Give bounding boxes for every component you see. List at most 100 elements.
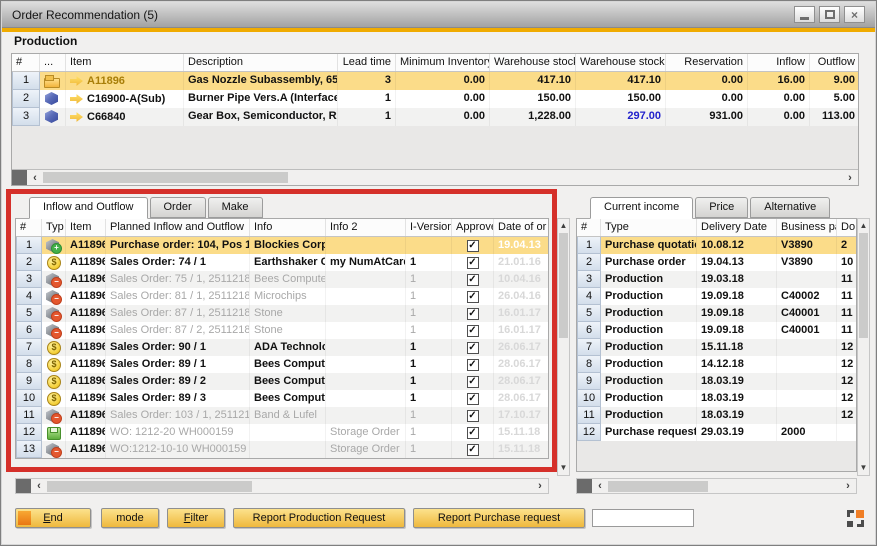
approved-checkbox[interactable]: ✓: [467, 257, 479, 269]
tab-price[interactable]: Price: [695, 197, 748, 218]
approved-checkbox[interactable]: ✓: [467, 393, 479, 405]
scroll-left-icon[interactable]: ‹: [592, 480, 608, 492]
row-number[interactable]: 1: [577, 237, 601, 254]
maximize-button[interactable]: [819, 6, 840, 23]
scroll-right-icon[interactable]: ›: [532, 480, 548, 492]
link-arrow-icon[interactable]: [70, 94, 83, 105]
left-vscrollbar[interactable]: ▲ ▼: [557, 218, 570, 476]
table-row[interactable]: 2 Purchase order 19.04.13 V3890 10: [577, 254, 856, 271]
row-number[interactable]: 6: [16, 322, 42, 339]
row-number[interactable]: 4: [16, 288, 42, 305]
report-production-request-button[interactable]: Report Production Request: [233, 508, 405, 528]
scroll-left-icon[interactable]: ‹: [27, 172, 43, 184]
row-number[interactable]: 12: [577, 424, 601, 441]
table-row[interactable]: 4 Production 19.09.18 C40002 11: [577, 288, 856, 305]
row-number[interactable]: 2: [16, 254, 42, 271]
table-row[interactable]: 8 A11896 Sales Order: 89 / 1 Bees Comput…: [16, 356, 548, 373]
scroll-down-icon[interactable]: ▼: [560, 461, 568, 475]
tab-make[interactable]: Make: [208, 197, 263, 218]
scroll-right-icon[interactable]: ›: [840, 480, 856, 492]
table-row[interactable]: 10 Production 18.03.19 12: [577, 390, 856, 407]
tab-order[interactable]: Order: [150, 197, 206, 218]
row-number[interactable]: 6: [577, 322, 601, 339]
row-number[interactable]: 7: [16, 339, 42, 356]
scrollbar-thumb[interactable]: [559, 233, 568, 338]
table-row[interactable]: 12 A11896 WO: 1212-20 WH000159 Storage O…: [16, 424, 548, 441]
scrollbar-thumb[interactable]: [608, 481, 708, 492]
table-row[interactable]: 4 A11896 Sales Order: 81 / 1, 2511218 Mi…: [16, 288, 548, 305]
table-row[interactable]: 7 A11896 Sales Order: 90 / 1 ADA Technol…: [16, 339, 548, 356]
table-row[interactable]: 8 Production 14.12.18 12: [577, 356, 856, 373]
tab-inflow-and-outflow[interactable]: Inflow and Outflow: [29, 197, 148, 219]
table-row[interactable]: 1 Purchase quotatio 10.08.12 V3890 2: [577, 237, 856, 254]
row-number[interactable]: 8: [577, 356, 601, 373]
row-number[interactable]: 3: [12, 108, 40, 126]
close-button[interactable]: ×: [844, 6, 865, 23]
right-hscrollbar[interactable]: ‹ ›: [576, 478, 857, 494]
row-number[interactable]: 5: [16, 305, 42, 322]
table-row[interactable]: 11 A11896 Sales Order: 103 / 1, 2511218 …: [16, 407, 548, 424]
approved-checkbox[interactable]: ✓: [467, 308, 479, 320]
row-number[interactable]: 2: [12, 90, 40, 108]
row-number[interactable]: 10: [16, 390, 42, 407]
table-row[interactable]: 3 A11896 Sales Order: 75 / 1, 2511218 Be…: [16, 271, 548, 288]
row-number[interactable]: 2: [577, 254, 601, 271]
bottom-input[interactable]: [592, 509, 694, 527]
link-arrow-icon[interactable]: [70, 76, 83, 87]
row-number[interactable]: 13: [16, 441, 42, 458]
row-number[interactable]: 11: [16, 407, 42, 424]
row-number[interactable]: 4: [577, 288, 601, 305]
scrollbar-thumb[interactable]: [859, 233, 868, 338]
table-row[interactable]: 12 Purchase request 29.03.19 2000: [577, 424, 856, 441]
table-row[interactable]: 2 C16900-A(Sub) Burner Pipe Vers.A (Inte…: [12, 90, 858, 108]
scroll-left-icon[interactable]: ‹: [31, 480, 47, 492]
tab-current-income[interactable]: Current income: [590, 197, 693, 219]
row-number[interactable]: 7: [577, 339, 601, 356]
approved-checkbox[interactable]: ✓: [467, 342, 479, 354]
row-number[interactable]: 10: [577, 390, 601, 407]
end-button[interactable]: End: [15, 508, 91, 528]
tab-alternative[interactable]: Alternative: [750, 197, 830, 218]
titlebar[interactable]: Order Recommendation (5) ×: [2, 2, 875, 28]
scroll-down-icon[interactable]: ▼: [860, 461, 868, 475]
row-number[interactable]: 12: [16, 424, 42, 441]
approved-checkbox[interactable]: ✓: [467, 410, 479, 422]
table-row[interactable]: 10 A11896 Sales Order: 89 / 3 Bees Compu…: [16, 390, 548, 407]
approved-checkbox[interactable]: ✓: [467, 376, 479, 388]
table-row[interactable]: 9 A11896 Sales Order: 89 / 2 Bees Comput…: [16, 373, 548, 390]
table-row[interactable]: 2 A11896 Sales Order: 74 / 1 Earthshaker…: [16, 254, 548, 271]
approved-checkbox[interactable]: ✓: [467, 325, 479, 337]
row-number[interactable]: 9: [16, 373, 42, 390]
table-row[interactable]: 13 A11896 WO:1212-10-10 WH000159 Storage…: [16, 441, 548, 458]
table-row[interactable]: 6 A11896 Sales Order: 87 / 2, 2511218 St…: [16, 322, 548, 339]
row-number[interactable]: 3: [16, 271, 42, 288]
scroll-up-icon[interactable]: ▲: [860, 219, 868, 233]
row-number[interactable]: 1: [16, 237, 42, 254]
table-row[interactable]: 6 Production 19.09.18 C40001 11: [577, 322, 856, 339]
table-row[interactable]: 3 Production 19.03.18 11: [577, 271, 856, 288]
table-row[interactable]: 7 Production 15.11.18 12: [577, 339, 856, 356]
link-arrow-icon[interactable]: [70, 112, 83, 123]
left-hscrollbar[interactable]: ‹ ›: [15, 478, 549, 494]
report-purchase-request-button[interactable]: Report Purchase request: [413, 508, 585, 528]
table-row[interactable]: 1 A11896 Gas Nozzle Subassembly, 65-5025…: [12, 72, 858, 90]
right-vscrollbar[interactable]: ▲ ▼: [857, 218, 870, 476]
scrollbar-thumb[interactable]: [43, 172, 288, 183]
row-number[interactable]: 8: [16, 356, 42, 373]
table-row[interactable]: 3 C66840 Gear Box, Semiconductor, Rx07 1…: [12, 108, 858, 126]
row-number[interactable]: 3: [577, 271, 601, 288]
approved-checkbox[interactable]: ✓: [467, 274, 479, 286]
filter-button[interactable]: Filter: [167, 508, 225, 528]
row-number[interactable]: 1: [12, 72, 40, 90]
approved-checkbox[interactable]: ✓: [467, 444, 479, 456]
table-row[interactable]: 1 A11896 Purchase order: 104, Pos 1 Bloc…: [16, 237, 548, 254]
table-row[interactable]: 5 A11896 Sales Order: 87 / 1, 2511218 St…: [16, 305, 548, 322]
approved-checkbox[interactable]: ✓: [467, 291, 479, 303]
scroll-right-icon[interactable]: ›: [842, 172, 858, 184]
table-row[interactable]: 9 Production 18.03.19 12: [577, 373, 856, 390]
approved-checkbox[interactable]: ✓: [467, 359, 479, 371]
scroll-up-icon[interactable]: ▲: [560, 219, 568, 233]
row-number[interactable]: 5: [577, 305, 601, 322]
minimize-button[interactable]: [794, 6, 815, 23]
row-number[interactable]: 11: [577, 407, 601, 424]
